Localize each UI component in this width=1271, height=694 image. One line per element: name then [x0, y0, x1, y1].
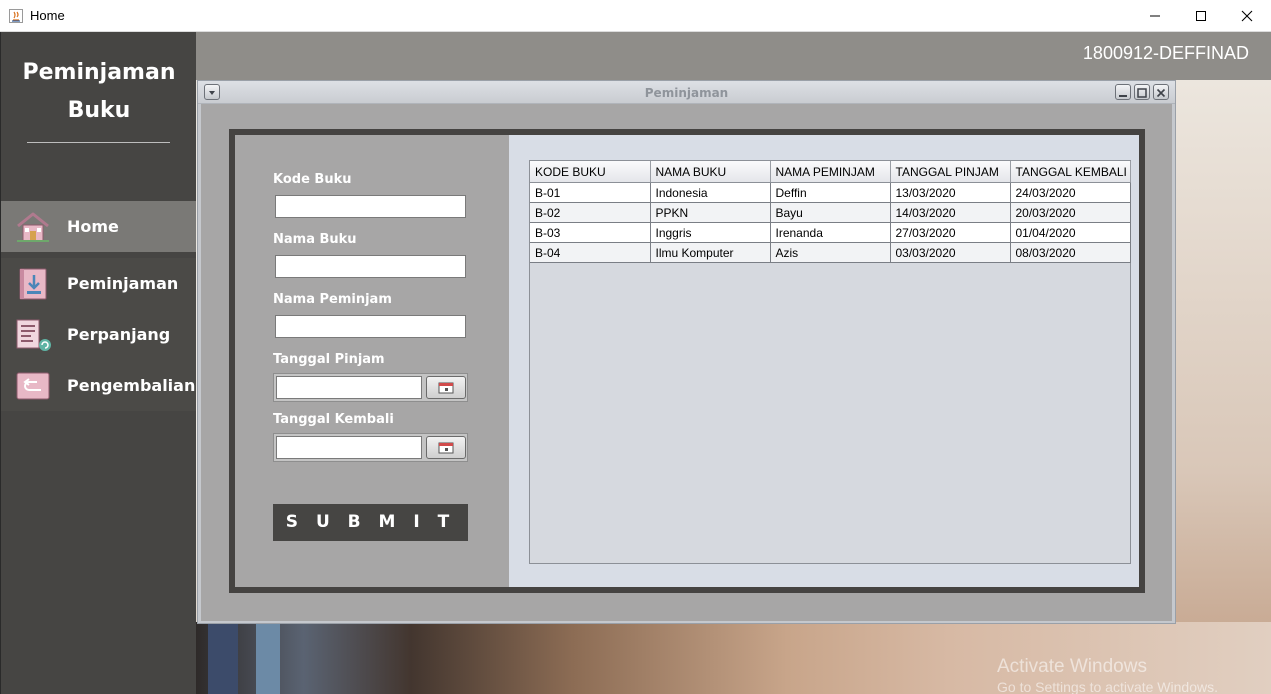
- brand-divider: [27, 142, 170, 143]
- tanggal-kembali-input[interactable]: [276, 436, 422, 459]
- maximize-icon: [1196, 11, 1206, 21]
- internal-frame-title: Peminjaman: [644, 86, 729, 100]
- download-book-icon: [15, 267, 51, 301]
- column-header-nama-peminjam[interactable]: NAMA PEMINJAM: [770, 161, 891, 183]
- table-row[interactable]: B-02 PPKN Bayu 14/03/2020 20/03/2020: [530, 202, 1131, 223]
- close-icon: [1156, 88, 1166, 98]
- table-cell: Azis: [770, 242, 891, 263]
- kode-buku-input[interactable]: [275, 195, 466, 218]
- tanggal-pinjam-label: Tanggal Pinjam: [273, 352, 385, 367]
- tanggal-kembali-label: Tanggal Kembali: [273, 412, 394, 427]
- table-cell: Indonesia: [650, 182, 771, 203]
- table-cell: 14/03/2020: [890, 202, 1011, 223]
- tanggal-kembali-calendar-button[interactable]: [426, 436, 466, 459]
- activation-watermark-subtitle: Go to Settings to activate Windows.: [997, 679, 1218, 694]
- brand-line-2: Buku: [67, 98, 131, 123]
- table-cell: Deffin: [770, 182, 891, 203]
- column-header-tanggal-kembali[interactable]: TANGGAL KEMBALI: [1010, 161, 1131, 183]
- table-cell: Bayu: [770, 202, 891, 223]
- nama-buku-label: Nama Buku: [273, 232, 357, 247]
- table-cell: 08/03/2020: [1010, 242, 1131, 263]
- sidebar-item-peminjaman[interactable]: Peminjaman: [1, 258, 197, 309]
- background-photo-right: [1176, 80, 1271, 640]
- sidebar-item-label: Perpanjang: [67, 325, 171, 344]
- table-cell: B-01: [530, 182, 651, 203]
- internal-frame-content: Kode Buku Nama Buku Nama Peminjam Tangga…: [201, 104, 1172, 621]
- frame-close-button[interactable]: [1153, 84, 1169, 100]
- tanggal-pinjam-calendar-button[interactable]: [426, 376, 466, 399]
- peminjaman-internal-frame: Peminjaman Kode Buku Nama Buku Nama Pemi: [197, 80, 1176, 624]
- calendar-icon: [438, 442, 454, 453]
- sidebar-item-pengembalian[interactable]: Pengembalian: [1, 360, 197, 411]
- user-label: 1800912-DEFFINAD: [1082, 43, 1249, 63]
- sidebar-item-label: Pengembalian: [67, 376, 196, 395]
- close-icon: [1241, 10, 1253, 22]
- column-header-kode-buku[interactable]: KODE BUKU: [530, 161, 651, 183]
- sidebar-item-home[interactable]: Home: [1, 201, 197, 252]
- peminjaman-panel: Kode Buku Nama Buku Nama Peminjam Tangga…: [229, 129, 1145, 593]
- document-renew-icon: [15, 318, 51, 352]
- table-cell: B-02: [530, 202, 651, 223]
- table-cell: 01/04/2020: [1010, 222, 1131, 243]
- table-cell: 27/03/2020: [890, 222, 1011, 243]
- table-cell: 20/03/2020: [1010, 202, 1131, 223]
- column-header-nama-buku[interactable]: NAMA BUKU: [650, 161, 771, 183]
- table-cell: B-04: [530, 242, 651, 263]
- table-cell: 13/03/2020: [890, 182, 1011, 203]
- table-cell: 03/03/2020: [890, 242, 1011, 263]
- tanggal-pinjam-date-chooser: [273, 373, 468, 402]
- tanggal-pinjam-input[interactable]: [276, 376, 422, 399]
- internal-frame-titlebar[interactable]: Peminjaman: [198, 81, 1175, 104]
- peminjaman-table[interactable]: KODE BUKU NAMA BUKU NAMA PEMINJAM TANGGA…: [529, 160, 1131, 564]
- table-cell: Inggris: [650, 222, 771, 243]
- form-panel: Kode Buku Nama Buku Nama Peminjam Tangga…: [235, 135, 509, 587]
- minimize-icon: [1119, 95, 1127, 97]
- table-cell: Irenanda: [770, 222, 891, 243]
- kode-buku-label: Kode Buku: [273, 172, 352, 187]
- brand-title: Peminjaman Buku: [1, 54, 197, 130]
- table-header-row: KODE BUKU NAMA BUKU NAMA PEMINJAM TANGGA…: [530, 161, 1131, 183]
- sidebar-item-label: Peminjaman: [67, 274, 179, 293]
- frame-maximize-button[interactable]: [1134, 84, 1150, 100]
- calendar-icon: [438, 382, 454, 393]
- maximize-icon: [1137, 88, 1147, 98]
- window-title: Home: [30, 8, 65, 23]
- return-arrow-icon: [15, 369, 51, 403]
- frame-minimize-button[interactable]: [1115, 84, 1131, 100]
- table-cell: B-03: [530, 222, 651, 243]
- sidebar-item-perpanjang[interactable]: Perpanjang: [1, 309, 197, 360]
- nama-peminjam-input[interactable]: [275, 315, 466, 338]
- background-book-spine: [256, 622, 280, 694]
- sidebar: Peminjaman Buku Home Peminjaman Perpanja…: [0, 32, 197, 694]
- submit-button[interactable]: S U B M I T: [273, 504, 468, 541]
- minimize-icon: [1150, 15, 1160, 17]
- activation-watermark-title: Activate Windows: [997, 656, 1147, 677]
- minimize-button[interactable]: [1132, 0, 1178, 32]
- column-header-tanggal-pinjam[interactable]: TANGGAL PINJAM: [890, 161, 1011, 183]
- table-panel: KODE BUKU NAMA BUKU NAMA PEMINJAM TANGGA…: [509, 135, 1139, 587]
- window-titlebar: Home: [0, 0, 1271, 32]
- table-cell: Ilmu Komputer: [650, 242, 771, 263]
- home-icon: [15, 210, 51, 244]
- nama-peminjam-label: Nama Peminjam: [273, 292, 392, 307]
- table-cell: 24/03/2020: [1010, 182, 1131, 203]
- main-window: Peminjaman Buku Home Peminjaman Perpanja…: [0, 32, 1271, 694]
- nama-buku-input[interactable]: [275, 255, 466, 278]
- close-button[interactable]: [1224, 0, 1270, 32]
- sidebar-item-label: Home: [67, 217, 119, 236]
- table-row[interactable]: B-01 Indonesia Deffin 13/03/2020 24/03/2…: [530, 182, 1131, 203]
- table-row[interactable]: B-03 Inggris Irenanda 27/03/2020 01/04/2…: [530, 222, 1131, 243]
- java-app-icon: [9, 8, 23, 23]
- table-cell: PPKN: [650, 202, 771, 223]
- maximize-button[interactable]: [1178, 0, 1224, 32]
- background-book-spine: [208, 622, 238, 694]
- brand-line-1: Peminjaman: [22, 60, 176, 85]
- tanggal-kembali-date-chooser: [273, 433, 468, 462]
- table-row[interactable]: B-04 Ilmu Komputer Azis 03/03/2020 08/03…: [530, 242, 1131, 263]
